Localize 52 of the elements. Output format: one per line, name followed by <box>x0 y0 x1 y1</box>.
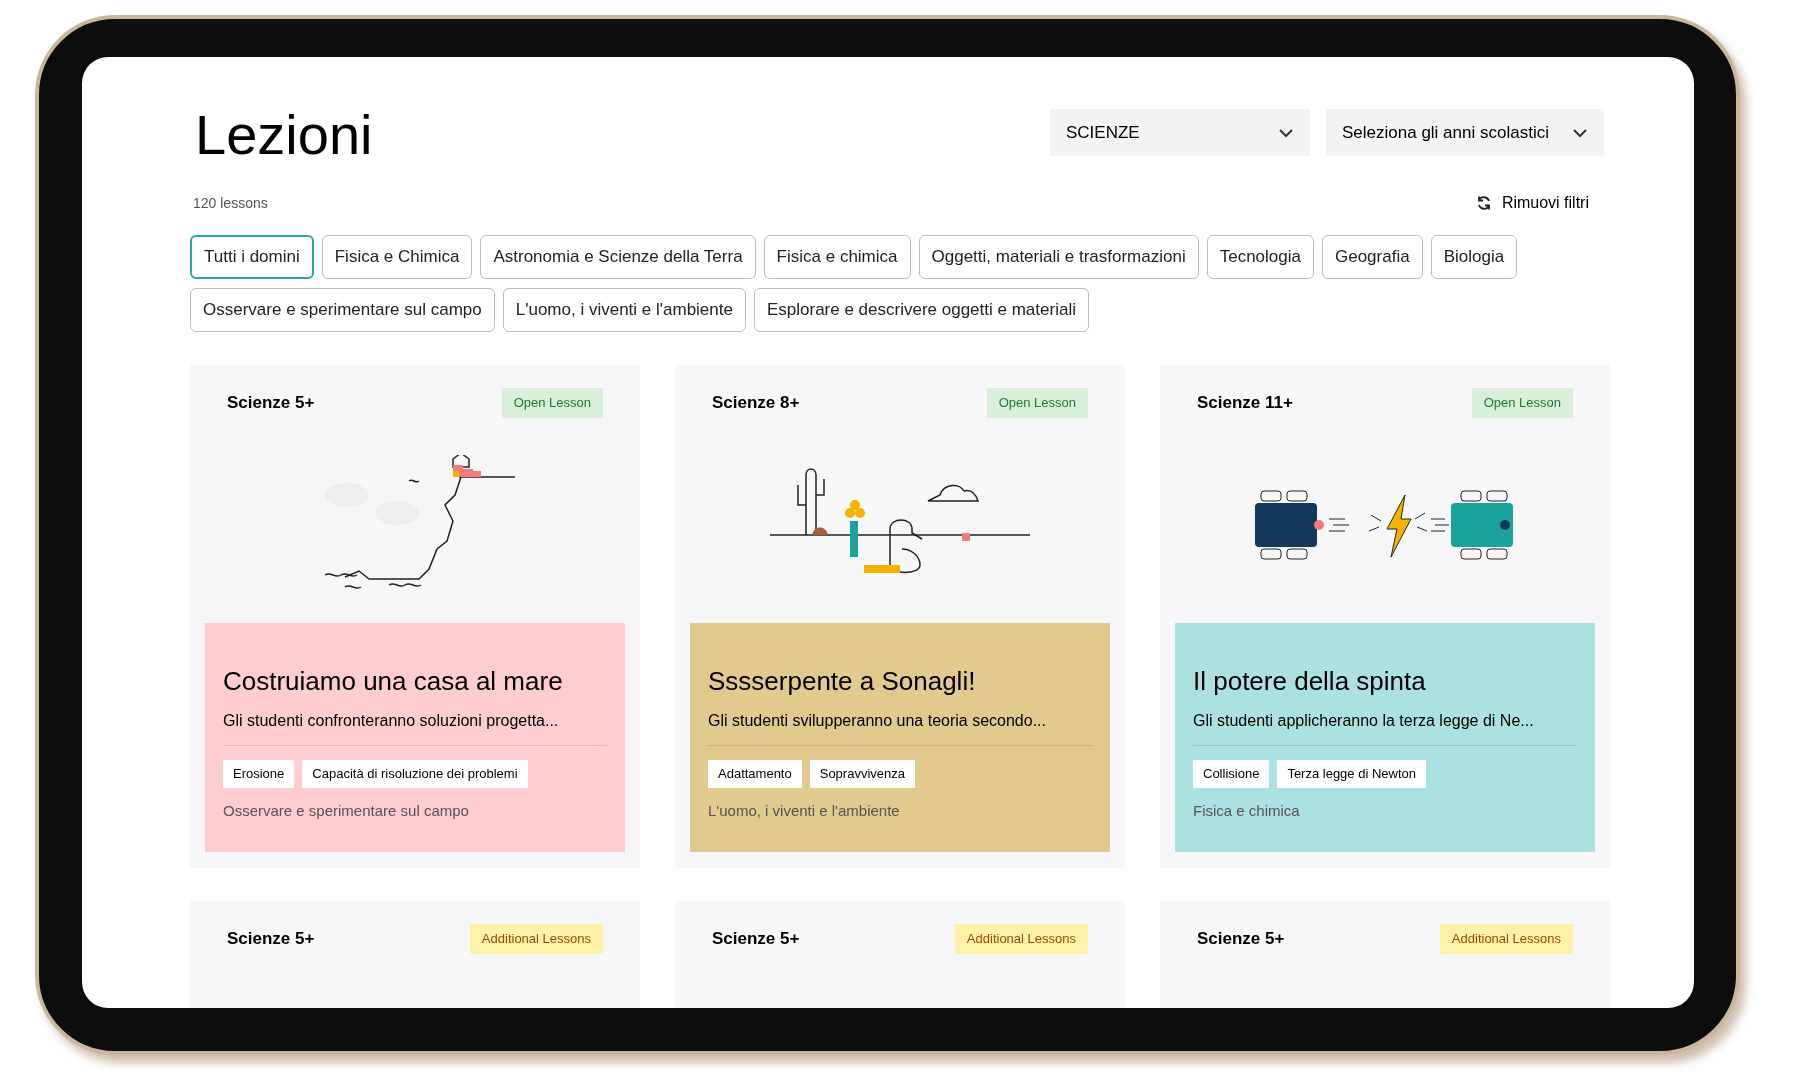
lesson-type-badge: Additional Lessons <box>954 924 1088 954</box>
lesson-card[interactable]: Scienze 11+ Open Lesson Il potere della spinta Gli studenti applicheranno la terza legge di Ne... Collisione Terza legge di Newton Fisica e chimica <box>1160 365 1610 868</box>
age-level: Scienze 11+ <box>1197 392 1293 414</box>
lesson-card[interactable]: Scienze 5+ Additional Lessons <box>675 901 1125 1008</box>
lesson-tag: Sopravvivenza <box>809 760 915 788</box>
lesson-card[interactable]: Scienze 5+ Additional Lessons <box>1160 901 1610 1008</box>
lesson-title: Sssserpente a Sonagli! <box>708 664 977 697</box>
lesson-type-badge: Open Lesson <box>1471 388 1573 418</box>
filter-chip[interactable]: Astronomia e Scienze della Terra <box>480 235 756 279</box>
chevron-down-icon <box>1572 127 1588 138</box>
lesson-type-badge: Open Lesson <box>501 388 603 418</box>
age-level: Scienze 5+ <box>227 392 315 414</box>
lesson-title: Costruiamo una casa al mare <box>223 664 564 697</box>
lesson-type-badge: Additional Lessons <box>1439 924 1573 954</box>
lesson-type-badge: Additional Lessons <box>469 924 603 954</box>
dropdown[interactable]: Seleziona gli anni scolastici <box>1326 109 1604 156</box>
lesson-tag: Terza legge di Newton <box>1277 760 1426 788</box>
reset-filters-button[interactable]: Rimuovi filtri <box>1475 191 1589 215</box>
filter-chip[interactable]: Tecnologia <box>1206 235 1314 279</box>
filter-chip[interactable]: L'uomo, i viventi e l'ambiente <box>502 288 746 332</box>
lesson-domain: Osservare e sperimentare sul campo <box>223 800 470 821</box>
filter-chip[interactable]: Biologia <box>1430 235 1518 279</box>
lesson-tag: Collisione <box>1193 760 1270 788</box>
lesson-card[interactable]: Scienze 8+ Open Lesson Sssserpente a Sonagli! Gli studenti svilupperanno una teoria secondo... Adattamento Sopravvivenza L'uomo, i viventi e l'ambiente <box>675 365 1125 868</box>
lesson-tag: Erosione <box>223 760 295 788</box>
lesson-card[interactable]: Scienze 5+ Open Lesson Costruiamo una casa al mare Gli studenti confronteranno soluzioni progetta... Erosione Capacità di risoluzione dei problemi Osservare e sperimentare sul campo <box>190 365 640 868</box>
lesson-tag: Adattamento <box>708 760 802 788</box>
age-level: Scienze 5+ <box>227 928 315 950</box>
filter-chip[interactable]: Esplorare e descrivere oggetti e materiali <box>753 288 1089 332</box>
refresh-icon <box>1475 195 1492 211</box>
page-title: Lezioni <box>194 102 373 163</box>
lesson-domain: Fisica e chimica <box>1193 800 1301 821</box>
age-level: Scienze 5+ <box>712 928 800 950</box>
age-level: Scienze 5+ <box>1197 928 1285 950</box>
lesson-count: 120 lessons <box>192 193 268 213</box>
lesson-title: Il potere della spinta <box>1193 664 1427 697</box>
lesson-description: Gli studenti svilupperanno una teoria secondo... <box>708 709 1092 746</box>
lesson-type-badge: Open Lesson <box>986 388 1088 418</box>
filter-chip[interactable]: Fisica e chimica <box>763 235 911 279</box>
filter-chip[interactable]: Oggetti, materiali e trasformazioni <box>918 235 1199 279</box>
lesson-description: Gli studenti confronteranno soluzioni progetta... <box>223 709 607 746</box>
filter-chip[interactable]: Tutti i domini <box>190 235 314 279</box>
lesson-domain: L'uomo, i viventi e l'ambiente <box>708 800 901 821</box>
lesson-card[interactable]: Scienze 5+ Additional Lessons <box>190 901 640 1008</box>
chevron-down-icon <box>1278 127 1294 138</box>
filter-chip[interactable]: Fisica e Chimica <box>321 235 473 279</box>
lesson-description: Gli studenti applicheranno la terza legge di Ne... <box>1193 709 1577 746</box>
lesson-tag: Capacità di risoluzione dei problemi <box>302 760 528 788</box>
age-level: Scienze 8+ <box>712 392 800 414</box>
filter-chip[interactable]: Osservare e sperimentare sul campo <box>190 288 495 332</box>
filter-chip[interactable]: Geografia <box>1321 235 1423 279</box>
dropdown[interactable]: SCIENZE <box>1050 109 1310 156</box>
